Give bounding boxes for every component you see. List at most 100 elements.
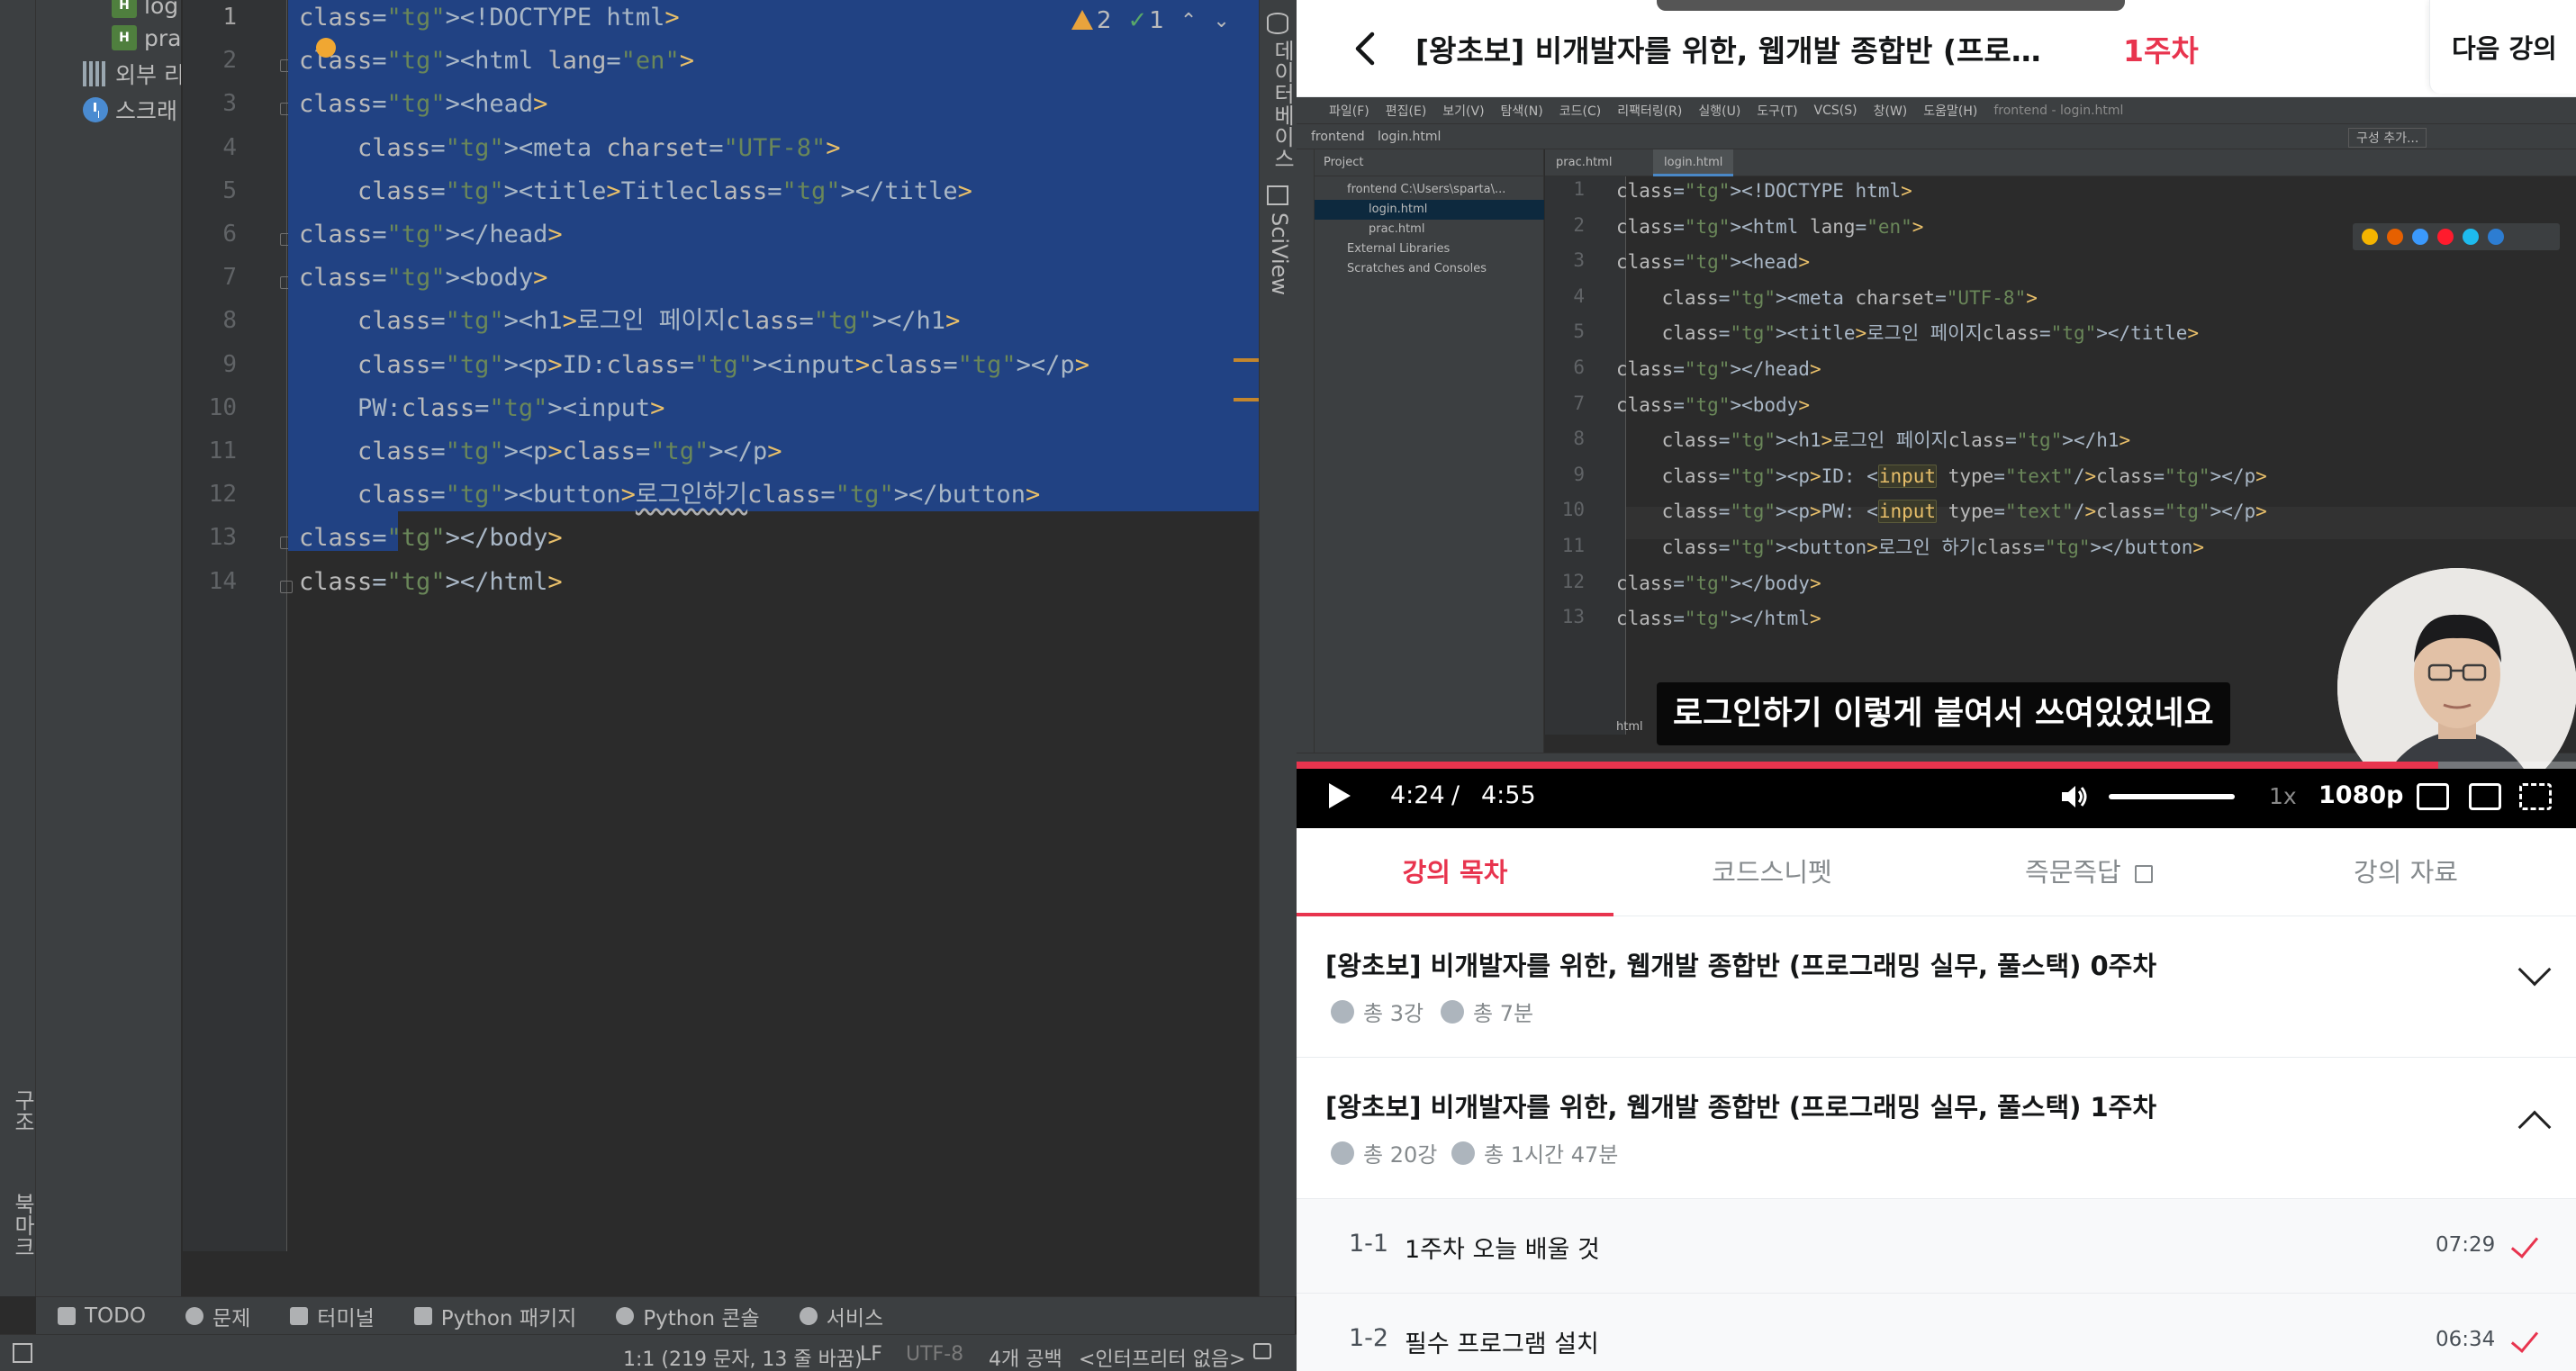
video-code-text: class="tg"><h1>로그인 페이지class="tg"></h1> (1661, 429, 2131, 452)
video-project-row: frontend C:\Users\sparta\... (1347, 183, 1506, 196)
terminal-tool-button[interactable]: 터미널 (290, 1301, 375, 1331)
video-editor-tabs: prac.html login.html (1545, 149, 2576, 176)
code-line[interactable]: class="tg"><meta charset="UTF-8"> (299, 129, 841, 168)
lesson-item[interactable]: 1-2 필수 프로그램 설치 06:34 (1297, 1294, 2576, 1371)
chevron-up-icon[interactable]: ⌃ (1180, 10, 1197, 32)
code-line[interactable]: class="tg"></html> (299, 563, 563, 602)
tree-item-scratches[interactable]: 스크래 (83, 92, 177, 128)
tree-item-external-libraries[interactable]: 외부 리 (83, 56, 181, 92)
tree-item-prac-html[interactable]: Hpra (112, 20, 181, 56)
code-line[interactable]: class="tg"><body> (299, 258, 547, 298)
sciview-tool-tab[interactable]: SciView (1267, 212, 1292, 295)
video-line-number: 6 (1573, 356, 1585, 378)
intention-bulb-icon[interactable] (316, 38, 336, 58)
check-icon: ✓ (1127, 7, 1148, 34)
firefox-icon (2387, 229, 2403, 245)
lock-icon[interactable] (1253, 1343, 1271, 1359)
video-menu-item: 리팩터링(R) (1617, 104, 1683, 119)
line-number: 8 (222, 307, 237, 335)
inspection-widget[interactable]: 2 ✓1 ⌃ ⌄ (1071, 5, 1230, 36)
code-line[interactable]: class="tg"><!DOCTYPE html> (299, 0, 680, 38)
subtitles-icon[interactable] (2417, 783, 2449, 810)
line-number: 4 (222, 133, 237, 161)
tab-qna[interactable]: 즉문즉답 (1930, 828, 2247, 916)
lesson-number: 1-2 (1349, 1324, 1389, 1352)
next-lecture-button[interactable]: 다음 강의 (2429, 0, 2576, 94)
chevron-down-icon[interactable] (2517, 952, 2552, 987)
file-encoding[interactable]: UTF-8 (906, 1343, 963, 1366)
code-line[interactable]: class="tg"><head> (299, 85, 547, 124)
tab-materials[interactable]: 강의 자료 (2247, 828, 2564, 916)
todo-tool-button[interactable]: TODO (58, 1304, 146, 1328)
volume-slider[interactable] (2109, 794, 2235, 799)
warning-count[interactable]: 2 (1071, 7, 1112, 34)
caret-position[interactable]: 1:1 (219 문자, 13 줄 바꿈) (623, 1343, 863, 1371)
sciview-icon (1267, 185, 1288, 205)
tool-label: Python 패키지 (440, 1306, 577, 1330)
services-icon (799, 1306, 818, 1325)
video-code-text: class="tg"></head> (1616, 358, 1821, 380)
video-player[interactable]: 파일(F) 편집(E) 보기(V) 탐색(N) 코드(C) 리팩터링(R) 실행(U) 도구(… (1297, 97, 2576, 828)
chevron-down-icon[interactable]: ⌄ (1213, 10, 1229, 32)
indent-setting[interactable]: 4개 공백 (989, 1343, 1062, 1371)
play-icon[interactable] (1329, 783, 1351, 808)
video-menu-item: VCS(S) (1813, 103, 1857, 118)
picture-in-picture-icon[interactable] (2469, 783, 2501, 810)
video-controls: 4:24 / 4:55 1x 1080p (1297, 769, 2576, 828)
problems-tool-button[interactable]: 문제 (185, 1301, 250, 1331)
video-code-line: class="tg"><!DOCTYPE html> (1616, 175, 1912, 207)
bookmarks-tool-tab[interactable]: 북마크 (7, 1193, 39, 1258)
problems-icon (185, 1306, 203, 1325)
course-title: [왕초보] 비개발자를 위한, 웹개발 종합반 (프로그래밍 실무... (1415, 33, 2046, 68)
typo-count[interactable]: ✓1 (1128, 7, 1164, 34)
line-separator[interactable]: LF (860, 1343, 882, 1366)
code-line[interactable]: class="tg"></body> (299, 519, 563, 558)
structure-tool-tab[interactable]: 구조 (7, 1089, 39, 1132)
python-console-tool-button[interactable]: Python 콘솔 (616, 1301, 760, 1331)
code-line[interactable]: class="tg"><p>class="tg"></p> (299, 432, 782, 472)
python-packages-tool-button[interactable]: Python 패키지 (413, 1301, 577, 1331)
quality-selector[interactable]: 1080p (2318, 781, 2403, 809)
code-line[interactable]: PW:class="tg"><input> (299, 389, 664, 428)
tab-code-snippet[interactable]: 코드스니펫 (1613, 828, 1930, 916)
section-week-0[interactable]: [왕초보] 비개발자를 위한, 웹개발 종합반 (프로그래밍 실무, 풀스택) … (1297, 916, 2576, 1058)
video-ide-navbar: frontend login.html 구성 추가... (1297, 124, 2576, 149)
code-line[interactable]: class="tg"><html lang="en"> (299, 41, 694, 81)
line-number-gutter: 1 2 3 4 5 6 7 8 9 10 11 12 13 14 (183, 0, 293, 1251)
fullscreen-icon[interactable] (2519, 783, 2552, 810)
play-circle-icon (1331, 999, 1354, 1024)
right-tool-strip: 데이터베이스 SciView (1259, 0, 1297, 1296)
playback-speed[interactable]: 1x (2269, 783, 2297, 809)
terminal-icon (290, 1306, 309, 1325)
interpreter-selector[interactable]: <인터프리터 없음> (1079, 1343, 1246, 1371)
video-project-panel: Project frontend C:\Users\sparta\... log… (1315, 149, 1544, 762)
volume-icon[interactable] (2058, 781, 2089, 812)
code-line[interactable]: class="tg"><button>로그인하기class="tg"></but… (299, 475, 1040, 515)
week-label: 1주차 (2123, 33, 2199, 68)
code-line[interactable]: class="tg"><title>Titleclass="tg"></titl… (299, 172, 972, 212)
back-arrow-icon[interactable] (1347, 29, 1383, 68)
lecture-tabs: 강의 목차 코드스니펫 즉문즉답 강의 자료 (1297, 828, 2576, 916)
video-code-line: class="tg"><body> (1616, 389, 1810, 421)
code-line[interactable]: class="tg"><h1>로그인 페이지class="tg"></h1> (299, 302, 960, 341)
code-line[interactable]: class="tg"></head> (299, 215, 563, 255)
fold-marker-icon[interactable] (280, 580, 293, 593)
video-code-text: class="tg"><body> (1616, 393, 1810, 416)
error-stripe-mark[interactable] (1234, 358, 1259, 362)
lesson-item[interactable]: 1-1 1주차 오늘 배울 것 07:29 (1297, 1199, 2576, 1294)
services-tool-button[interactable]: 서비스 (799, 1301, 883, 1331)
chevron-up-icon[interactable] (2517, 1110, 2552, 1144)
video-code-text: class="tg"><head> (1616, 251, 1810, 274)
error-stripe-mark[interactable] (1234, 398, 1259, 401)
layout-icon[interactable] (13, 1343, 32, 1363)
section-week-1[interactable]: [왕초보] 비개발자를 위한, 웹개발 종합반 (프로그래밍 실무, 풀스택) … (1297, 1058, 2576, 1199)
external-link-icon (2134, 865, 2153, 883)
tool-label: Python 콘솔 (643, 1306, 760, 1330)
video-line-number: 13 (1561, 606, 1585, 628)
status-bar: 1:1 (219 문자, 13 줄 바꿈) LF UTF-8 4개 공백 <인터… (0, 1334, 1297, 1371)
section-duration: 총 1시간 47분 (1451, 1137, 1618, 1168)
code-line[interactable]: class="tg"><p>ID:class="tg"><input>class… (299, 346, 1089, 385)
lesson-duration: 07:29 (2436, 1233, 2496, 1257)
tab-curriculum[interactable]: 강의 목차 (1297, 828, 1613, 916)
database-tool-tab[interactable]: 데이터베이스 (1267, 40, 1298, 169)
